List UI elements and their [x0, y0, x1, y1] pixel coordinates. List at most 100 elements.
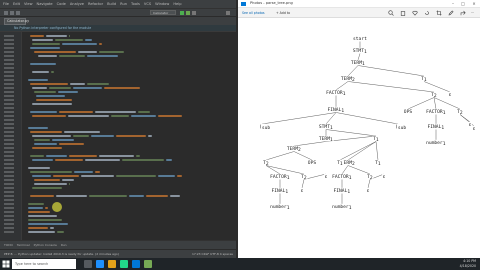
close-icon[interactable]: × [469, 1, 479, 7]
interpreter-warning-banner[interactable]: No Python interpreter configured for the… [0, 25, 236, 32]
file-explorer-icon[interactable] [108, 260, 116, 268]
code-token [122, 159, 164, 161]
menu-item-build[interactable]: Build [107, 2, 116, 6]
code-token [87, 55, 118, 57]
line-number [4, 119, 14, 121]
line-number [4, 159, 14, 161]
code-token [99, 155, 134, 157]
delete-icon[interactable] [400, 10, 406, 16]
debug-icon[interactable] [186, 11, 190, 15]
tree-edge [261, 112, 337, 125]
tree-node-eps3: ε [473, 127, 476, 132]
code-token [28, 227, 48, 229]
code-token [34, 183, 67, 185]
line-number [4, 67, 14, 69]
code-token [95, 171, 100, 173]
tool-tab-run[interactable]: Run [61, 243, 67, 247]
menu-item-analyze[interactable]: Analyze [70, 2, 84, 6]
code-token [138, 111, 150, 113]
line-number [4, 179, 14, 181]
status-info[interactable]: 17:23 CRLF UTF-8 4 spaces [192, 250, 233, 258]
code-token [28, 167, 50, 169]
search-icon[interactable] [226, 11, 230, 15]
line-number [4, 87, 14, 89]
menu-item-run[interactable]: Run [120, 2, 127, 6]
crop-icon[interactable] [436, 10, 442, 16]
line-number [4, 195, 14, 197]
code-token [32, 159, 53, 161]
code-token [32, 135, 71, 137]
menu-item-vcs[interactable]: VCS [144, 2, 151, 6]
add-to-button[interactable]: + Add to [276, 10, 290, 16]
tree-node-start: start [353, 36, 367, 42]
code-token [34, 179, 60, 181]
refresh-icon[interactable] [16, 11, 20, 15]
code-token [69, 155, 97, 157]
code-token [64, 131, 100, 133]
app-icon[interactable] [144, 260, 152, 268]
zoom-icon[interactable] [388, 10, 394, 16]
tree-node-ops1: OPS [404, 109, 413, 115]
line-number [4, 163, 14, 165]
tab-calculator-py[interactable]: Calculator.py [4, 18, 29, 25]
system-tray-clock[interactable]: 4:10 PM 4/18/2020 [460, 259, 476, 269]
line-number [4, 51, 14, 53]
code-token [30, 35, 44, 37]
open-folder-icon[interactable] [4, 11, 8, 15]
stop-icon[interactable] [192, 11, 196, 15]
menu-item-file[interactable]: File [3, 2, 9, 6]
windows-start-icon[interactable] [2, 260, 10, 268]
code-token [70, 83, 85, 85]
maximize-icon[interactable]: □ [458, 1, 468, 7]
minimize-icon[interactable]: – [448, 1, 458, 7]
code-token [57, 231, 64, 233]
tool-tab-python-console[interactable]: Python Console [34, 243, 57, 247]
tree-edge [347, 81, 435, 93]
code-token [46, 35, 67, 37]
tool-window-tabs: TODO Terminal Python Console Run [0, 240, 236, 249]
line-number-gutter [0, 32, 22, 240]
tool-tab-todo[interactable]: TODO [4, 243, 13, 247]
more-options-icon[interactable]: ··· [471, 10, 474, 16]
menu-item-help[interactable]: Help [173, 2, 181, 6]
tree-edge [357, 65, 425, 77]
taskbar-search-input[interactable]: Type here to search [12, 259, 76, 269]
line-number [4, 183, 14, 185]
tree-edge [347, 141, 377, 161]
tree-edge [375, 141, 379, 161]
run-icon[interactable] [180, 11, 184, 15]
tree-node-eps2: ε [469, 123, 472, 128]
menu-item-edit[interactable]: Edit [13, 2, 20, 6]
tool-tab-terminal[interactable]: Terminal [17, 243, 30, 247]
status-message[interactable]: PEP 8: ... Python updater: Install 2019.… [4, 252, 119, 256]
edit-icon[interactable] [448, 10, 454, 16]
save-icon[interactable] [10, 11, 14, 15]
task-view-icon[interactable] [84, 260, 92, 268]
share-icon[interactable] [460, 10, 466, 16]
rotate-icon[interactable] [424, 10, 430, 16]
favorite-icon[interactable] [412, 10, 418, 16]
code-token [32, 175, 51, 177]
see-all-photos-button[interactable]: See all photos [242, 10, 265, 16]
photos-icon[interactable] [132, 260, 140, 268]
tree-node-eps1: ε [449, 93, 452, 98]
line-number [4, 63, 14, 65]
menu-item-view[interactable]: View [24, 2, 33, 6]
pycharm-icon[interactable] [120, 260, 128, 268]
tree-edge [433, 97, 437, 110]
code-token [34, 91, 56, 93]
run-configuration-select[interactable]: Calculator [150, 10, 176, 15]
line-number [4, 175, 14, 177]
code-token [28, 211, 50, 213]
code-token [158, 175, 175, 177]
code-token [146, 195, 168, 197]
menu-item-refactor[interactable]: Refactor [88, 2, 103, 6]
menu-item-code[interactable]: Code [57, 2, 66, 6]
line-number [4, 143, 14, 145]
edge-browser-icon[interactable] [96, 260, 104, 268]
menu-item-tools[interactable]: Tools [131, 2, 140, 6]
line-number [4, 71, 14, 73]
line-number [4, 111, 14, 113]
menu-item-navigate[interactable]: Navigate [37, 2, 53, 6]
menu-item-window[interactable]: Window [155, 2, 169, 6]
